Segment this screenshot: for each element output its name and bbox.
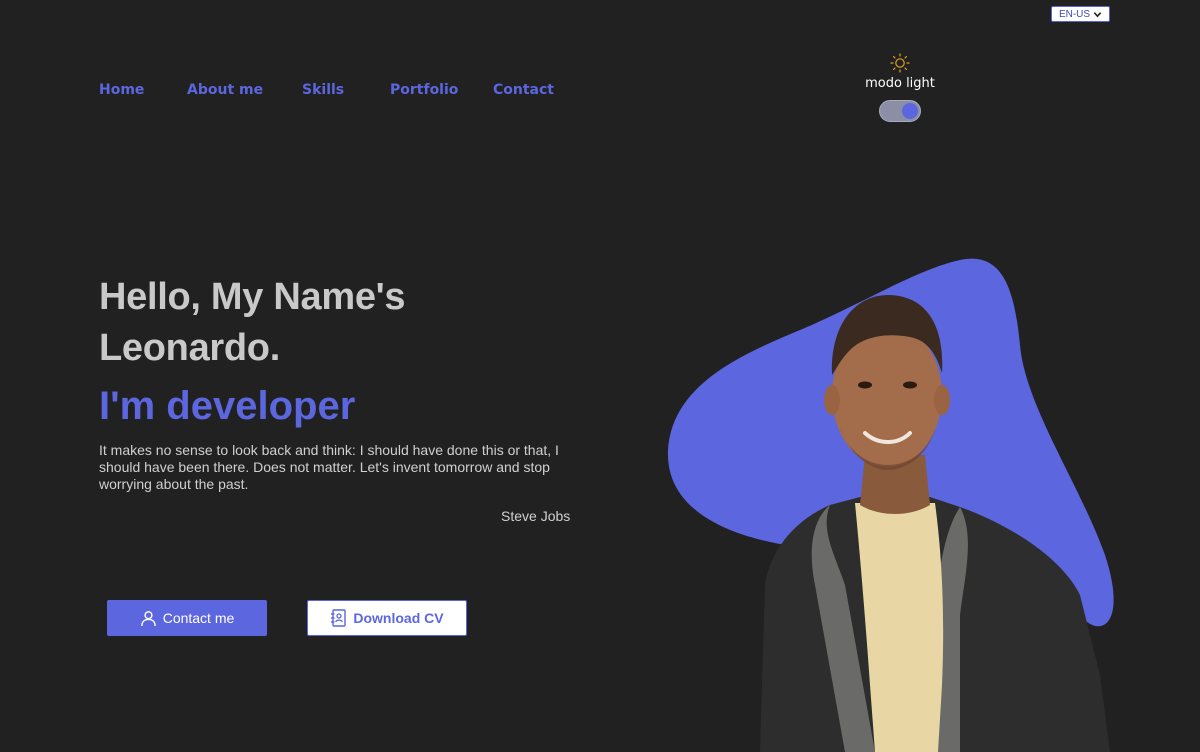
nav-portfolio[interactable]: Portfolio [390, 82, 458, 98]
download-cv-button[interactable]: Download CV [307, 600, 467, 636]
theme-mode-label: modo light [865, 76, 935, 91]
hero-portrait [660, 255, 1120, 752]
nav-contact[interactable]: Contact [493, 82, 554, 98]
contact-me-label: Contact me [162, 610, 235, 626]
language-select[interactable]: EN-US [1051, 6, 1110, 22]
hero-role: I'm developer [99, 384, 356, 428]
toggle-knob [902, 103, 918, 119]
chevron-down-icon [1093, 10, 1102, 19]
contact-book-icon [330, 609, 347, 627]
nav-home[interactable]: Home [99, 82, 144, 98]
page: EN-US Home About me Skills Portfolio Con… [0, 0, 1200, 752]
quote-author: Steve Jobs [501, 508, 571, 524]
user-icon [140, 610, 157, 627]
hero-quote: It makes no sense to look back and think… [99, 442, 559, 492]
download-cv-label: Download CV [353, 610, 444, 626]
sun-icon [890, 53, 910, 73]
nav-about-me[interactable]: About me [187, 82, 263, 98]
hero-title: Hello, My Name's Leonardo. [99, 276, 406, 369]
contact-me-button[interactable]: Contact me [107, 600, 267, 636]
language-select-value: EN-US [1058, 8, 1091, 20]
nav-skills[interactable]: Skills [302, 82, 344, 98]
theme-toggle[interactable] [879, 100, 921, 122]
